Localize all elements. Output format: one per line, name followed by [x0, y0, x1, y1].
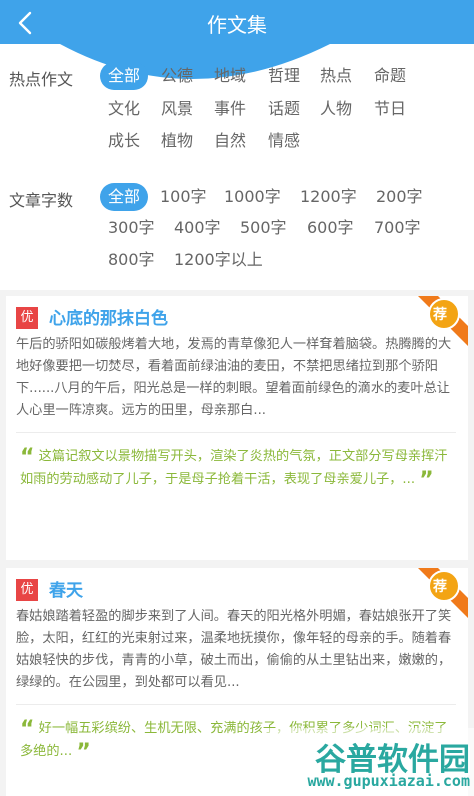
- excellent-badge: 优: [16, 579, 38, 601]
- words-option[interactable]: 500字: [240, 214, 287, 242]
- words-option[interactable]: 800字: [108, 246, 155, 274]
- article-title[interactable]: 心底的那抹白色: [49, 304, 168, 329]
- open-quote-icon: “: [20, 717, 35, 742]
- words-option[interactable]: 700字: [374, 214, 421, 242]
- hot-option[interactable]: 风景: [161, 95, 193, 123]
- hot-option[interactable]: 公德: [161, 62, 193, 90]
- words-option[interactable]: 200字: [376, 183, 423, 211]
- hot-option[interactable]: 文化: [108, 95, 140, 123]
- hot-option[interactable]: 节日: [374, 95, 406, 123]
- hot-option-all[interactable]: 全部: [100, 62, 149, 90]
- open-quote-icon: “: [20, 445, 35, 470]
- hot-option[interactable]: 命题: [374, 62, 406, 90]
- article-title[interactable]: 春天: [49, 576, 83, 601]
- hot-option[interactable]: 人物: [320, 95, 352, 123]
- close-quote-icon: ”: [76, 740, 91, 765]
- hot-filter-label: 热点作文: [9, 70, 74, 89]
- hot-option[interactable]: 事件: [214, 95, 246, 123]
- words-option[interactable]: 400字: [174, 214, 221, 242]
- page-title: 作文集: [207, 13, 267, 37]
- article-excerpt: 午后的骄阳如碳般烤着大地，发焉的青草像犯人一样耷着脑袋。热腾腾的大地好像要把一切…: [16, 337, 452, 418]
- words-option[interactable]: 1200字: [300, 183, 357, 211]
- review-text: 这篇记叙文以景物描写开头，渲染了炎热的气氛，正文部分写母亲挥汗如雨的劳动感动了儿…: [20, 449, 448, 487]
- article-card[interactable]: 优 心底的那抹白色 荐 午后的骄阳如碳般烤着大地，发焉的青草像犯人一样耷着脑袋。…: [6, 296, 468, 560]
- watermark: 谷普软件园 www.gupuxiazai.com: [262, 728, 474, 796]
- filter-panel: 热点作文 全部 公德 地域 哲理 热点 命题 文化 风景 事件 话题 人物 节日…: [0, 44, 474, 290]
- hot-option[interactable]: 植物: [161, 127, 193, 155]
- words-option[interactable]: 600字: [307, 214, 354, 242]
- hot-option[interactable]: 自然: [214, 127, 246, 155]
- words-option[interactable]: 1200字以上: [174, 246, 263, 274]
- hot-option[interactable]: 情感: [268, 127, 300, 155]
- hot-option[interactable]: 哲理: [268, 62, 300, 90]
- app-header: 作文集: [0, 0, 474, 45]
- recommend-label: 荐: [433, 307, 447, 323]
- close-quote-icon: ”: [419, 468, 434, 493]
- hot-option[interactable]: 成长: [108, 127, 140, 155]
- recommend-label: 荐: [433, 579, 447, 595]
- words-option-all[interactable]: 全部: [100, 183, 149, 211]
- hot-option[interactable]: 热点: [320, 62, 352, 90]
- hot-option[interactable]: 地域: [214, 62, 246, 90]
- card-divider: [16, 704, 456, 705]
- words-option[interactable]: 100字: [160, 183, 207, 211]
- article-excerpt: 春姑娘踏着轻盈的脚步来到了人间。春天的阳光格外明媚，春姑娘张开了笑脸，太阳，红红…: [16, 609, 452, 690]
- excellent-badge: 优: [16, 307, 38, 329]
- watermark-url: www.gupuxiazai.com: [307, 772, 470, 790]
- hot-option[interactable]: 话题: [268, 95, 300, 123]
- article-review: “ 这篇记叙文以景物描写开头，渲染了炎热的气氛，正文部分写母亲挥汗如雨的劳动感动…: [20, 446, 458, 492]
- words-option[interactable]: 300字: [108, 214, 155, 242]
- words-filter-label: 文章字数: [9, 191, 74, 210]
- words-option[interactable]: 1000字: [224, 183, 281, 211]
- card-divider: [16, 432, 456, 433]
